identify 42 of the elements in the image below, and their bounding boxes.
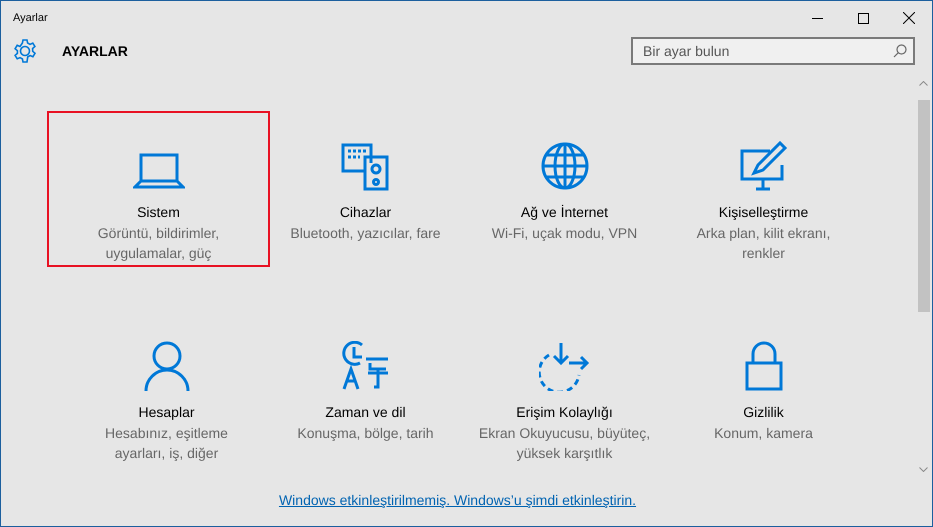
activation-link[interactable]: Windows etkinleştirilmemiş. Windows’u şimdi etkinleştirin. bbox=[278, 492, 636, 508]
tile-description: Bluetooth, yazıcılar, fare bbox=[290, 224, 441, 243]
tile-description: Konum, kamera bbox=[714, 424, 813, 443]
search-field[interactable]: Bir ayar bulun bbox=[631, 37, 915, 65]
tile-description: Ekran Okuyucusu, büyüteç, yüksek karşıtlık bbox=[478, 424, 650, 463]
window-title: Ayarlar bbox=[12, 12, 49, 24]
tile-title: Gizlilik bbox=[743, 404, 784, 420]
scroll-up-icon[interactable] bbox=[919, 81, 928, 86]
scroll-down-icon[interactable] bbox=[919, 467, 928, 472]
settings-tile[interactable]: Zaman ve dil Konuşma, bölge, tarih bbox=[266, 326, 466, 443]
highlighted-tile[interactable]: Sistem Görüntü, bildirimler, uygulamalar, güç bbox=[49, 113, 268, 265]
settings-tile[interactable]: Erişim Kolaylığı Ekran Okuyucusu, büyüteç, yüksek karşıtlık bbox=[464, 326, 664, 463]
tile-title: Erişim Kolaylığı bbox=[516, 404, 613, 420]
tile-title: Kişiselleştirme bbox=[718, 204, 808, 220]
tile-description: Konuşma, bölge, tarih bbox=[297, 424, 434, 443]
tile-title: Hesaplar bbox=[138, 404, 195, 420]
settings-tile[interactable]: Ağ ve İnternet Wi-Fi, uçak modu, VPN bbox=[464, 126, 664, 243]
settings-tile[interactable]: Cihazlar Bluetooth, yazıcılar, fare bbox=[266, 126, 466, 243]
tile-title: Cihazlar bbox=[340, 204, 392, 220]
tile-description: Görüntü, bildirimler, uygulamalar, güç bbox=[96, 224, 220, 263]
tile-description: Hesabınız, eşitleme ayarları, iş, diğer bbox=[104, 424, 229, 463]
maximize-icon bbox=[858, 12, 868, 24]
settings-tile[interactable]: Kişiselleştirme Arka plan, kilit ekranı, renkler bbox=[664, 126, 864, 263]
person-icon bbox=[144, 341, 190, 391]
scrollbar-thumb[interactable] bbox=[918, 100, 930, 312]
tile-description: Arka plan, kilit ekranı, renkler bbox=[696, 224, 832, 263]
settings-tile[interactable]: Gizlilik Konum, kamera bbox=[664, 326, 864, 443]
tile-title: Ağ ve İnternet bbox=[520, 204, 608, 220]
search-icon bbox=[893, 44, 907, 58]
accessibility-icon bbox=[538, 341, 590, 391]
settings-icon bbox=[12, 38, 38, 64]
keyboard-speaker-icon bbox=[340, 141, 390, 191]
lock-icon bbox=[744, 341, 784, 391]
tile-title: Zaman ve dil bbox=[325, 404, 406, 420]
page-title: AYARLAR bbox=[62, 43, 129, 59]
settings-tile[interactable]: Hesaplar Hesabınız, eşitleme ayarları, iş, diğer bbox=[66, 326, 266, 463]
globe-icon bbox=[540, 141, 590, 191]
laptop-icon bbox=[132, 151, 184, 191]
tile-title: Sistem bbox=[137, 204, 180, 220]
monitor-brush-icon bbox=[740, 141, 788, 191]
tile-description: Wi-Fi, uçak modu, VPN bbox=[492, 224, 638, 243]
close-icon bbox=[903, 12, 915, 24]
